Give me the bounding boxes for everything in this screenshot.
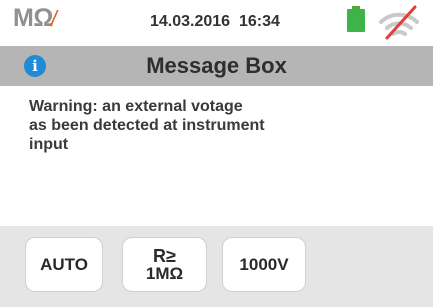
soft-button-bar: AUTO R≥ 1MΩ 1000V xyxy=(0,226,433,307)
measurement-mode-label: MΩ/ xyxy=(13,4,59,33)
auto-button[interactable]: AUTO xyxy=(25,237,103,292)
status-bar: MΩ/ 14.03.2016 16:34 xyxy=(0,0,433,46)
dialog-title: Message Box xyxy=(146,53,287,78)
mode-symbol: MΩ xyxy=(13,4,53,32)
wireless-disabled-icon xyxy=(379,5,419,40)
battery-full-icon xyxy=(347,6,365,32)
resistance-limit-symbol: R≥ xyxy=(153,245,176,266)
resistance-limit-button[interactable]: R≥ 1MΩ xyxy=(122,237,207,292)
warning-message: Warning: an external votage as been dete… xyxy=(29,98,265,153)
title-bar: i Message Box xyxy=(0,46,433,86)
auto-button-label: AUTO xyxy=(40,254,88,274)
message-area: Warning: an external votage as been dete… xyxy=(0,86,433,226)
date-time: 14.03.2016 16:34 xyxy=(150,13,280,30)
instrument-screen: MΩ/ 14.03.2016 16:34 i Message Box Warni… xyxy=(0,0,433,307)
resistance-limit-value: 1MΩ xyxy=(145,263,184,283)
test-voltage-button[interactable]: 1000V xyxy=(222,237,306,292)
test-voltage-label: 1000V xyxy=(239,254,289,274)
